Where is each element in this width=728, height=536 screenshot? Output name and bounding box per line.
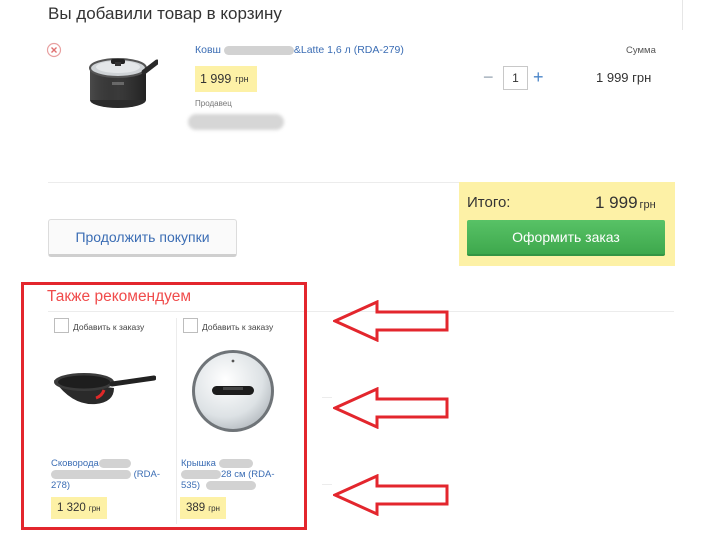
saucepan-image[interactable]: [78, 40, 158, 112]
total-value: 1 999 грн: [595, 193, 656, 213]
total-currency: грн: [639, 199, 656, 211]
seller-label: Продавец: [195, 99, 232, 108]
sum-value: 1 999 грн: [596, 70, 652, 85]
blurred-text: [218, 458, 253, 468]
product-name-end: &Latte 1,6 л (RDA-279): [293, 44, 404, 56]
recommended-product-link[interactable]: Крышка 28 см (RDA- 535): [181, 458, 297, 491]
card-name-mid: 28 см (RDA-: [221, 469, 275, 480]
remove-item-icon[interactable]: [46, 42, 62, 58]
frying-pan-image[interactable]: [52, 366, 156, 412]
product-link[interactable]: Ковш &Latte 1,6 л (RDA-279): [195, 44, 404, 56]
blurred-text: [223, 45, 294, 55]
card-price: 1 320: [57, 502, 86, 514]
card-name-start: Сковорода: [51, 458, 99, 469]
card-name-end: 278): [51, 480, 71, 491]
cart-title: Вы добавили товар в корзину: [48, 4, 282, 23]
divider: [682, 0, 683, 30]
add-to-order-checkbox[interactable]: [183, 318, 198, 333]
item-price: 1 999: [200, 72, 232, 86]
annotation-arrow-icon: [333, 300, 449, 342]
recommended-product-link[interactable]: Сковорода (RDA- 278): [51, 458, 163, 491]
card-currency: грн: [88, 503, 101, 513]
annotation-arrow-icon: [333, 387, 449, 429]
total-amount: 1 999: [595, 193, 638, 212]
annotation-arrow-icon: [333, 474, 449, 516]
add-to-order-checkbox[interactable]: [54, 318, 69, 333]
recommended-price-badge: 1 320 грн: [51, 497, 107, 519]
quantity-input[interactable]: 1: [503, 66, 528, 90]
item-currency: грн: [235, 74, 249, 84]
blurred-text: [206, 480, 257, 490]
recommended-title: Также рекомендуем: [47, 288, 192, 305]
card-name-end: 535): [181, 480, 201, 491]
card-name-mid: (RDA-: [131, 469, 161, 480]
add-to-order-label[interactable]: Добавить к заказу: [73, 322, 144, 332]
continue-shopping-button[interactable]: Продолжить покупки: [48, 219, 237, 257]
quantity-increase-button[interactable]: +: [533, 66, 544, 88]
blurred-text: [98, 458, 131, 468]
blurred-text: [181, 469, 221, 479]
quantity-decrease-button[interactable]: −: [483, 67, 494, 87]
card-currency: грн: [208, 503, 220, 513]
lid-image[interactable]: [190, 348, 276, 434]
divider: [322, 484, 332, 485]
card-price: 389: [186, 502, 206, 514]
divider: [322, 397, 332, 398]
product-name-start: Ковш: [195, 44, 224, 56]
seller-name-blurred[interactable]: [188, 114, 284, 130]
item-price-badge: 1 999 грн: [195, 66, 257, 92]
sum-label: Сумма: [626, 45, 656, 56]
checkout-button[interactable]: Оформить заказ: [467, 220, 665, 256]
recommended-price-badge: 389 грн: [180, 497, 226, 519]
card-name-start: Крышка: [181, 458, 219, 469]
add-to-order-label[interactable]: Добавить к заказу: [202, 322, 273, 332]
total-label: Итого:: [467, 194, 511, 211]
blurred-text: [51, 469, 131, 479]
